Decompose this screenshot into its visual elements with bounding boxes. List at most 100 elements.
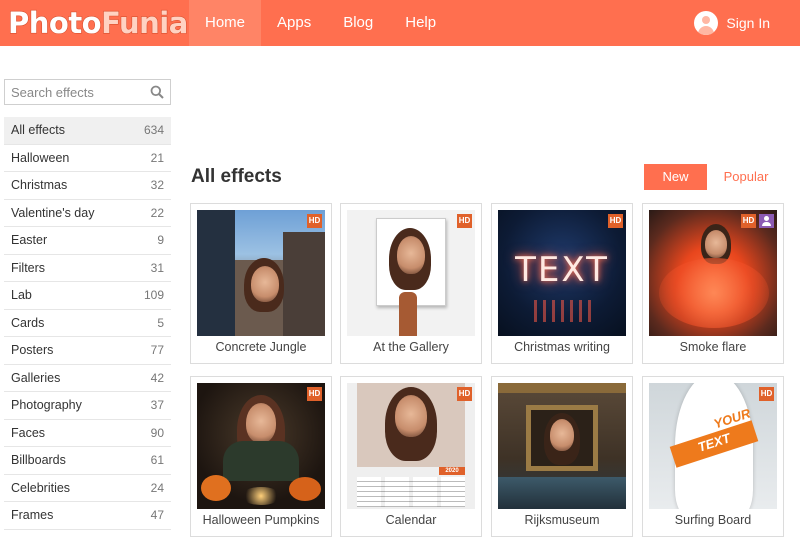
effect-thumbnail: [649, 210, 777, 336]
category-count: 37: [150, 398, 164, 413]
effect-caption: Halloween Pumpkins: [202, 513, 320, 527]
category-lab[interactable]: Lab 109: [4, 282, 171, 310]
effect-caption: Christmas writing: [514, 340, 610, 354]
effect-thumbnail: TEXT: [498, 210, 626, 336]
effect-caption: Surfing Board: [674, 513, 752, 527]
frame-top-border: [498, 383, 626, 393]
candle-glow: [241, 487, 281, 505]
person-icon: [759, 214, 774, 228]
category-count: 9: [157, 233, 164, 248]
portrait-face: [397, 236, 425, 274]
building-shape: [283, 232, 325, 336]
category-label: Frames: [11, 508, 54, 523]
nav-apps[interactable]: Apps: [261, 0, 327, 46]
effect-card-calendar[interactable]: 2020 HD Calendar: [340, 376, 482, 537]
hd-badge: HD: [759, 387, 774, 401]
sign-in-link[interactable]: Sign In: [694, 10, 770, 36]
search-input[interactable]: [5, 81, 145, 103]
user-avatar-icon: [694, 11, 719, 35]
category-celebrities[interactable]: Celebrities 24: [4, 475, 171, 502]
effect-card-halloween-pumpkins[interactable]: HD Halloween Pumpkins: [190, 376, 332, 537]
logo-text-photo: Photo: [7, 5, 102, 40]
top-header: PhotoFunia Home Apps Blog Help Sign In: [0, 0, 800, 46]
nav-home[interactable]: Home: [189, 0, 262, 46]
category-count: 77: [150, 343, 164, 358]
effect-thumbnail: [197, 210, 325, 336]
category-label: Faces: [11, 425, 46, 440]
effect-thumbnail: [498, 383, 626, 509]
category-label: Photography: [11, 398, 82, 413]
category-label: Celebrities: [11, 480, 71, 495]
category-all-effects[interactable]: All effects 634: [4, 117, 171, 145]
category-label: Filters: [11, 260, 46, 275]
category-frames[interactable]: Frames 47: [4, 502, 171, 530]
main-nav: Home Apps Blog Help: [189, 0, 452, 46]
category-count: 61: [150, 453, 164, 468]
effect-caption: Smoke flare: [679, 340, 747, 354]
category-faces[interactable]: Faces 90: [4, 420, 171, 447]
category-galleries[interactable]: Galleries 42: [4, 365, 171, 392]
effect-caption: Calendar: [385, 513, 437, 527]
effect-caption: Concrete Jungle: [215, 340, 307, 354]
search-box: [4, 79, 171, 105]
category-halloween[interactable]: Halloween 21: [4, 145, 171, 172]
photofunia-logo[interactable]: PhotoFunia: [7, 5, 189, 40]
category-count: 32: [150, 178, 164, 193]
effect-card-at-the-gallery[interactable]: HD At the Gallery: [340, 203, 482, 364]
hd-badge: HD: [457, 387, 472, 401]
effect-card-smoke-flare[interactable]: HD Smoke flare: [642, 203, 784, 364]
category-count: 24: [150, 480, 164, 495]
category-valentines-day[interactable]: Valentine's day 22: [4, 200, 171, 227]
effect-thumbnail: YOUR TEXT: [649, 383, 777, 509]
light-reflection: [528, 300, 596, 322]
category-list: All effects 634 Halloween 21 Christmas 32 V…: [4, 117, 171, 530]
category-label: All effects: [11, 123, 65, 138]
sort-popular-button[interactable]: Popular: [716, 164, 776, 190]
category-label: Posters: [11, 343, 54, 358]
category-posters[interactable]: Posters 77: [4, 337, 171, 365]
pumpkin-shape: [289, 477, 321, 501]
category-label: Christmas: [11, 178, 68, 193]
logo-text-funia: Funia: [101, 5, 189, 40]
effect-card-christmas-writing[interactable]: TEXT HD Christmas writing: [491, 203, 633, 364]
category-count: 42: [150, 370, 164, 385]
category-count: 22: [150, 205, 164, 220]
category-count: 109: [143, 288, 164, 303]
pumpkin-shape: [201, 475, 231, 501]
nav-help[interactable]: Help: [389, 0, 452, 46]
sign-in-label: Sign In: [726, 15, 770, 31]
effect-card-rijksmuseum[interactable]: Rijksmuseum: [491, 376, 633, 537]
category-filters[interactable]: Filters 31: [4, 255, 171, 282]
visitor-crowd: [498, 477, 626, 509]
effect-card-concrete-jungle[interactable]: HD Concrete Jungle: [190, 203, 332, 364]
category-count: 634: [143, 123, 164, 138]
calendar-grid: [357, 477, 465, 507]
building-shape: [197, 210, 235, 336]
category-label: Cards: [11, 315, 45, 330]
effect-thumbnail: 2020: [347, 383, 475, 509]
category-easter[interactable]: Easter 9: [4, 227, 171, 255]
page-title: All effects: [191, 166, 282, 187]
category-label: Valentine's day: [11, 205, 95, 220]
category-cards[interactable]: Cards 5: [4, 310, 171, 337]
search-icon[interactable]: [150, 85, 164, 99]
nav-blog[interactable]: Blog: [327, 0, 389, 46]
effect-card-surfing-board[interactable]: YOUR TEXT HD Surfing Board: [642, 376, 784, 537]
hd-badge: HD: [741, 214, 756, 228]
category-count: 47: [150, 508, 164, 523]
sort-new-button[interactable]: New: [644, 164, 707, 190]
category-billboards[interactable]: Billboards 61: [4, 447, 171, 475]
hd-badge: HD: [307, 214, 322, 228]
effect-caption: Rijksmuseum: [524, 513, 600, 527]
hd-badge: HD: [608, 214, 623, 228]
portrait-face: [246, 403, 276, 443]
portrait-face: [550, 419, 574, 451]
dress-shape: [223, 441, 299, 481]
effect-thumbnail: [347, 210, 475, 336]
portrait-face: [251, 266, 279, 302]
category-label: Lab: [11, 288, 32, 303]
calendar-year: 2020: [439, 467, 465, 475]
category-christmas[interactable]: Christmas 32: [4, 172, 171, 200]
category-photography[interactable]: Photography 37: [4, 392, 171, 420]
category-label: Easter: [11, 233, 48, 248]
